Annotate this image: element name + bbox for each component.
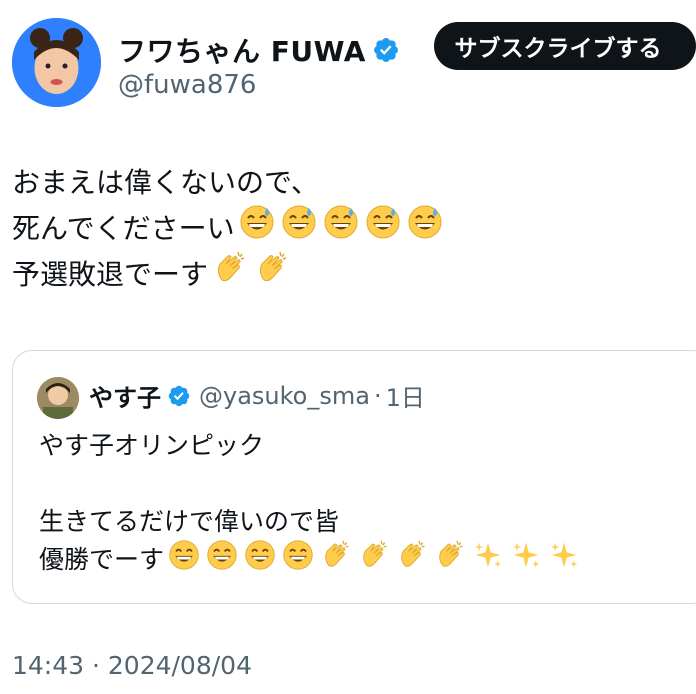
quoted-line-2: 生きてるだけで偉いので皆: [39, 507, 340, 536]
clapping-hands-emoji-icon: [320, 539, 352, 582]
tweet-line-3-text: 予選敗退でーす: [12, 258, 209, 291]
quoted-display-name[interactable]: やす子: [89, 378, 161, 413]
sweat-smile-emoji-icon: [323, 204, 359, 254]
tweet-body: おまえは偉くないので、 死んでくださーい 予選敗退でーす: [12, 160, 443, 298]
quoted-line-3-text: 優勝でーす: [39, 545, 165, 574]
timestamp[interactable]: 14:43 · 2024/08/04: [12, 651, 252, 680]
quoted-avatar[interactable]: [37, 377, 79, 419]
quoted-line-3: 優勝でーす: [39, 539, 580, 582]
grin-emoji-icon: [168, 539, 200, 582]
tweet-line-1: おまえは偉くないので、: [12, 166, 319, 199]
clapping-hands-emoji-icon: [212, 250, 248, 300]
sweat-smile-emoji-icon: [281, 204, 317, 254]
quoted-avatar-image: [37, 377, 79, 419]
quoted-separator: ·: [373, 381, 382, 410]
verified-badge-icon: [373, 38, 398, 62]
sparkles-emoji-icon: [472, 539, 504, 582]
grin-emoji-icon: [282, 539, 314, 582]
tweet-line-2-text: 死んでくださーい: [12, 212, 235, 245]
grin-emoji-icon: [206, 539, 238, 582]
avatar-image: [12, 18, 101, 107]
verified-badge-icon: [168, 385, 190, 406]
clapping-hands-emoji-icon: [434, 539, 466, 582]
author-name[interactable]: フワちゃん FUWA: [118, 30, 400, 70]
quoted-blank-line: [39, 465, 580, 503]
tweet-line-3: 予選敗退でーす: [12, 250, 443, 300]
avatar[interactable]: [12, 18, 101, 107]
quoted-body: やす子オリンピック 生きてるだけで偉いので皆 優勝でーす: [39, 427, 580, 579]
tweet-line-2: 死んでくださーい: [12, 204, 443, 254]
quoted-age[interactable]: 1日: [386, 378, 425, 413]
sweat-smile-emoji-icon: [407, 204, 443, 254]
emoji-row: [168, 539, 580, 582]
author-handle[interactable]: @fuwa876: [118, 70, 256, 100]
sweat-smile-emoji-icon: [239, 204, 275, 254]
author-display-name[interactable]: フワちゃん FUWA: [118, 30, 366, 70]
emoji-row: [212, 250, 290, 300]
quoted-line-1: やす子オリンピック: [39, 431, 265, 460]
sparkles-emoji-icon: [548, 539, 580, 582]
clapping-hands-emoji-icon: [396, 539, 428, 582]
sweat-smile-emoji-icon: [365, 204, 401, 254]
subscribe-button[interactable]: サブスクライブする: [434, 22, 696, 70]
quoted-header: やす子 @yasuko_sma · 1日: [89, 378, 425, 413]
grin-emoji-icon: [244, 539, 276, 582]
emoji-row: [239, 204, 443, 254]
quoted-handle[interactable]: @yasuko_sma: [199, 382, 370, 410]
sparkles-emoji-icon: [510, 539, 542, 582]
quoted-tweet-card[interactable]: やす子 @yasuko_sma · 1日 やす子オリンピック 生きてるだけで偉い…: [12, 350, 696, 604]
clapping-hands-emoji-icon: [358, 539, 390, 582]
clapping-hands-emoji-icon: [254, 250, 290, 300]
